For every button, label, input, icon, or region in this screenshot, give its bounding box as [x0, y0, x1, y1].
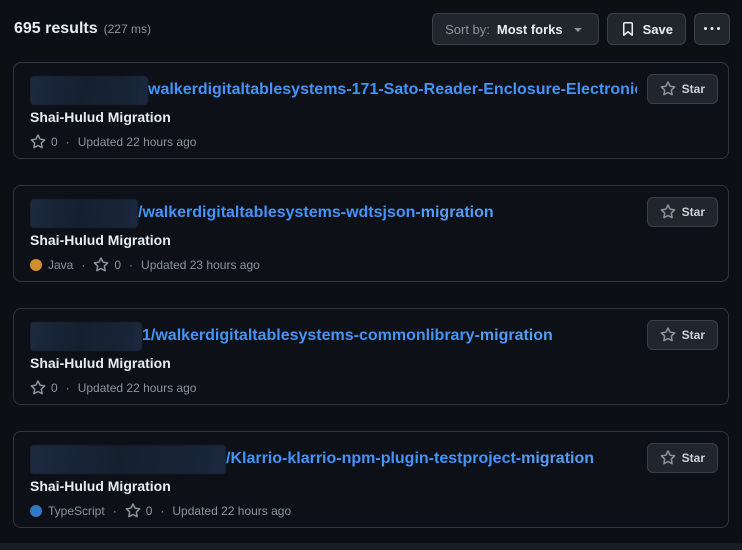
star-button[interactable]: Star [647, 74, 718, 104]
updated-timestamp: Updated 22 hours ago [172, 504, 291, 518]
stars-count: 0 [30, 134, 58, 150]
language-indicator: TypeScript [30, 504, 105, 518]
bookmark-icon [620, 21, 636, 37]
redacted-username [30, 76, 148, 105]
repo-name: /walkerdigitaltablesystems-wdtsjson- [138, 204, 421, 221]
repo-meta: TypeScript 0 Updated 22 hours ago [30, 503, 718, 519]
results-time: (227 ms) [104, 22, 151, 36]
repo-description: Shai-Hulud Migration [30, 355, 718, 371]
language-indicator: Java [30, 258, 73, 272]
star-outline-icon [93, 257, 109, 273]
meta-separator [160, 504, 164, 518]
more-options-button[interactable] [694, 13, 730, 45]
repo-link[interactable]: /walkerdigitaltablesystems-wdtsjson-migr… [138, 204, 494, 222]
repo-title: /Klarrio-klarrio-npm-plugin-testproject-… [30, 443, 637, 475]
results-header: 695 results (227 ms) Sort by: Most forks… [0, 0, 742, 46]
repo-link[interactable]: walkerdigitaltablesystems-171-Sato-Reade… [148, 81, 637, 99]
repo-title: walkerdigitaltablesystems-171-Sato-Reade… [30, 74, 637, 106]
repo-meta: 0 Updated 22 hours ago [30, 134, 718, 150]
meta-separator [66, 381, 70, 395]
repo-description: Shai-Hulud Migration [30, 109, 718, 125]
next-section-edge [0, 543, 742, 550]
card-title-row: /Klarrio-klarrio-npm-plugin-testproject-… [30, 443, 718, 475]
kebab-horizontal-icon [704, 21, 720, 37]
repo-name: /Klarrio-klarrio-npm-plugin-testproject- [226, 450, 521, 467]
results-summary: 695 results (227 ms) [14, 20, 151, 38]
chevron-down-icon [570, 21, 586, 37]
star-button-label: Star [682, 451, 705, 465]
repo-link[interactable]: /Klarrio-klarrio-npm-plugin-testproject-… [226, 450, 594, 468]
sort-by-value: Most forks [497, 22, 563, 37]
star-icon [660, 450, 676, 466]
redacted-username [30, 322, 142, 351]
stars-value: 0 [51, 381, 58, 395]
sort-by-label: Sort by: [445, 22, 490, 37]
repo-description: Shai-Hulud Migration [30, 478, 718, 494]
updated-timestamp: Updated 23 hours ago [141, 258, 260, 272]
repo-title: 1/walkerdigitaltablesystems-commonlibrar… [30, 320, 637, 352]
header-actions: Sort by: Most forks Save [432, 13, 730, 45]
repo-name-match: migration [480, 327, 553, 344]
star-outline-icon [125, 503, 141, 519]
repo-meta: 0 Updated 22 hours ago [30, 380, 718, 396]
meta-separator [129, 258, 133, 272]
star-button[interactable]: Star [647, 320, 718, 350]
redacted-username [30, 445, 226, 474]
results-count: 695 results [14, 20, 98, 38]
language-name: TypeScript [48, 504, 105, 518]
sort-by-dropdown[interactable]: Sort by: Most forks [432, 13, 599, 45]
updated-timestamp: Updated 22 hours ago [78, 135, 197, 149]
repo-name: 1/walkerdigitaltablesystems-commonlibrar… [142, 327, 480, 344]
repo-result-card: /Klarrio-klarrio-npm-plugin-testproject-… [13, 431, 729, 528]
repo-result-card: 1/walkerdigitaltablesystems-commonlibrar… [13, 308, 729, 405]
star-icon [660, 204, 676, 220]
updated-timestamp: Updated 22 hours ago [78, 381, 197, 395]
card-title-row: 1/walkerdigitaltablesystems-commonlibrar… [30, 320, 718, 352]
meta-separator [66, 135, 70, 149]
star-icon [660, 327, 676, 343]
card-title-row: walkerdigitaltablesystems-171-Sato-Reade… [30, 74, 718, 106]
meta-separator [81, 258, 85, 272]
star-button-label: Star [682, 205, 705, 219]
stars-value: 0 [146, 504, 153, 518]
stars-count: 0 [125, 503, 153, 519]
language-dot-icon [30, 505, 42, 517]
stars-count: 0 [93, 257, 121, 273]
results-list: walkerdigitaltablesystems-171-Sato-Reade… [13, 62, 729, 528]
repo-description: Shai-Hulud Migration [30, 232, 718, 248]
save-button-label: Save [643, 22, 673, 37]
star-button[interactable]: Star [647, 443, 718, 473]
repo-link[interactable]: 1/walkerdigitaltablesystems-commonlibrar… [142, 327, 553, 345]
repo-result-card: walkerdigitaltablesystems-171-Sato-Reade… [13, 62, 729, 159]
meta-separator [113, 504, 117, 518]
stars-count: 0 [30, 380, 58, 396]
repo-name: walkerdigitaltablesystems-171-Sato-Reade… [148, 81, 637, 98]
star-icon [660, 81, 676, 97]
repo-name-match: migration [521, 450, 594, 467]
star-outline-icon [30, 380, 46, 396]
language-dot-icon [30, 259, 42, 271]
redacted-username [30, 199, 138, 228]
star-button-label: Star [682, 328, 705, 342]
repo-title: /walkerdigitaltablesystems-wdtsjson-migr… [30, 197, 637, 229]
star-button[interactable]: Star [647, 197, 718, 227]
search-results-page: 695 results (227 ms) Sort by: Most forks… [0, 0, 742, 550]
card-title-row: /walkerdigitaltablesystems-wdtsjson-migr… [30, 197, 718, 229]
save-search-button[interactable]: Save [607, 13, 686, 45]
stars-value: 0 [51, 135, 58, 149]
repo-meta: Java 0 Updated 23 hours ago [30, 257, 718, 273]
star-outline-icon [30, 134, 46, 150]
star-button-label: Star [682, 82, 705, 96]
stars-value: 0 [114, 258, 121, 272]
repo-result-card: /walkerdigitaltablesystems-wdtsjson-migr… [13, 185, 729, 282]
repo-name-match: migration [421, 204, 494, 221]
language-name: Java [48, 258, 73, 272]
